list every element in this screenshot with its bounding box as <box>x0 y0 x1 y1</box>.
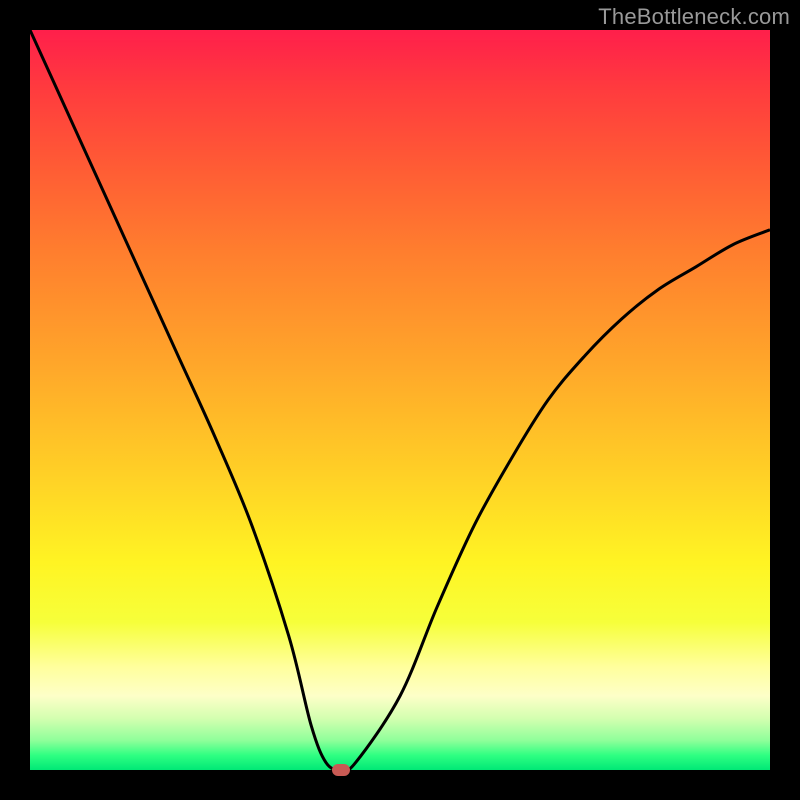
outer-frame: TheBottleneck.com <box>0 0 800 800</box>
plot-area <box>30 30 770 770</box>
optimal-point-marker <box>332 764 350 776</box>
curve-path <box>30 30 770 770</box>
bottleneck-curve <box>30 30 770 770</box>
watermark-text: TheBottleneck.com <box>598 4 790 30</box>
